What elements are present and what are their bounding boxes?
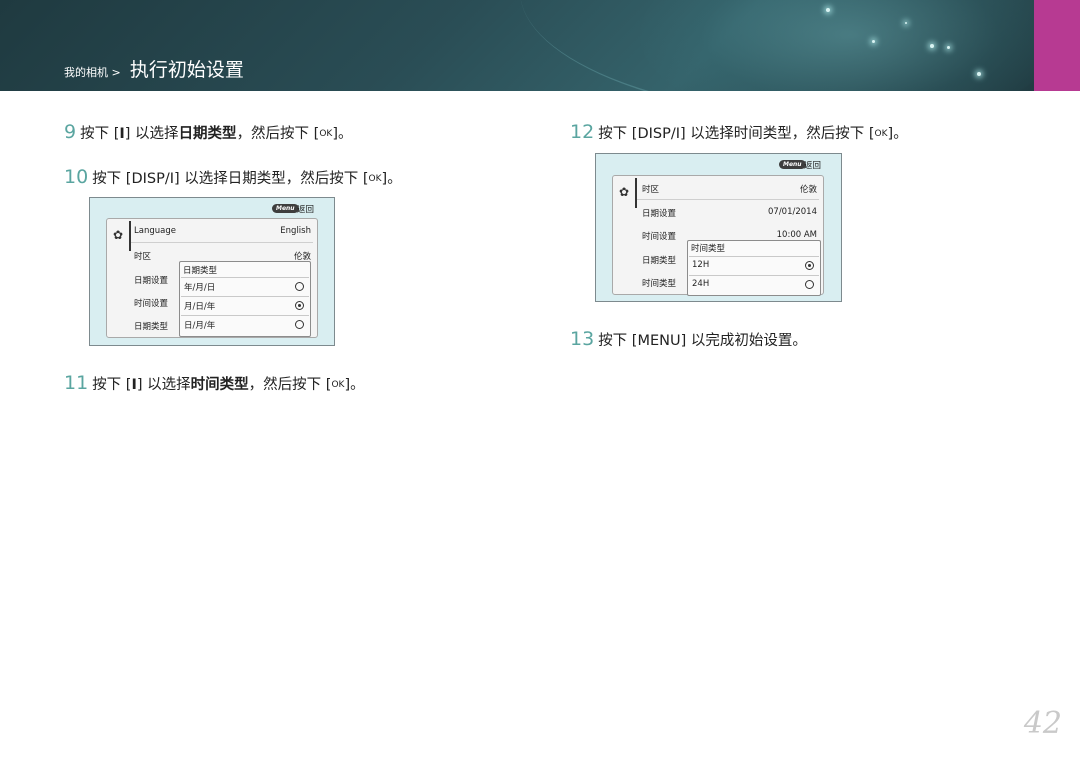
setting-value: 10:00 AM	[776, 230, 817, 240]
step-text: ] 以选择	[136, 377, 191, 393]
step-9: 9 按下 [I] 以选择日期类型，然后按下 [OK]。	[64, 121, 353, 143]
setting-label[interactable]: 日期类型	[134, 320, 168, 332]
menu-button-icon: Menu	[779, 160, 806, 169]
setting-label[interactable]: Language	[134, 226, 176, 236]
step-text: ]。	[887, 126, 908, 142]
sparkle	[977, 72, 981, 76]
option-row[interactable]: 日/月/年	[181, 315, 309, 333]
step-text: ]。	[381, 171, 402, 187]
step-text: 按下 [	[92, 377, 132, 393]
step-12: 12 按下 [DISP/I] 以选择时间类型，然后按下 [OK]。	[570, 121, 908, 143]
back-label: 返回	[804, 161, 822, 171]
option-name: 日期类型	[178, 126, 237, 142]
sparkle	[905, 22, 907, 24]
option-row[interactable]: 月/日/年	[181, 296, 309, 314]
ok-button-icon: OK	[319, 129, 333, 139]
setting-value: 伦敦	[799, 185, 817, 195]
date-type-popup: 日期类型 年/月/日 月/日/年 日/月/年	[179, 261, 311, 337]
selection-bar	[129, 221, 131, 251]
step-number: 13	[570, 328, 595, 350]
step-number: 12	[570, 121, 595, 143]
option-row[interactable]: 年/月/日	[181, 277, 309, 295]
setting-label[interactable]: 日期设置	[134, 274, 168, 286]
step-number: 10	[64, 166, 89, 188]
chapter-tab[interactable]	[1034, 0, 1080, 91]
time-type-popup: 时间类型 12H 24H	[687, 240, 821, 296]
option-row[interactable]: 24H	[689, 275, 819, 293]
header-banner: 我的相机 > 执行初始设置	[0, 0, 1080, 91]
page-title: 执行初始设置	[129, 59, 244, 81]
camera-screen-date-type: Menu 返回 ✿ Language English 时区 伦敦 日期设置 时间…	[89, 197, 335, 346]
ok-button-icon: OK	[874, 129, 888, 139]
radio-button[interactable]	[805, 280, 814, 289]
step-text: 按下 [DISP/I] 以选择日期类型，然后按下 [	[92, 171, 369, 187]
settings-panel: ✿ 时区 伦敦 日期设置 07/01/2014 时间设置 10:00 AM 日期…	[612, 175, 824, 296]
radio-button-selected[interactable]	[805, 261, 814, 270]
breadcrumb-parent[interactable]: 我的相机 >	[64, 66, 121, 79]
setting-value: English	[280, 226, 311, 236]
camera-screen-time-type: Menu 返回 ✿ 时区 伦敦 日期设置 07/01/2014 时间设置 10:…	[595, 153, 842, 302]
setting-label[interactable]: 时间设置	[642, 230, 676, 242]
step-text: 按下 [	[80, 126, 120, 142]
step-number: 11	[64, 372, 89, 394]
ok-button-icon: OK	[368, 174, 382, 184]
option-label: 月/日/年	[184, 302, 216, 312]
option-label: 24H	[692, 279, 710, 289]
step-text: ，然后按下 [	[236, 126, 320, 142]
sparkle	[947, 46, 950, 49]
step-text: ] 以选择	[124, 126, 179, 142]
sparkle	[930, 44, 934, 48]
step-text: ]。	[344, 377, 365, 393]
back-label: 返回	[297, 205, 315, 215]
divider	[637, 199, 819, 200]
sparkle	[826, 8, 830, 12]
step-11: 11 按下 [I] 以选择时间类型，然后按下 [OK]。	[64, 372, 365, 394]
option-label: 日/月/年	[184, 321, 216, 331]
option-name: 时间类型	[190, 377, 249, 393]
menu-button-icon: Menu	[272, 204, 299, 213]
header-arc	[520, 0, 1080, 91]
step-10: 10 按下 [DISP/I] 以选择日期类型，然后按下 [OK]。	[64, 166, 402, 188]
step-text: ]。	[332, 126, 353, 142]
setting-value: 07/01/2014	[768, 207, 817, 217]
setting-label[interactable]: 时间类型	[642, 277, 676, 289]
radio-button[interactable]	[295, 282, 304, 291]
popup-title: 时间类型	[691, 244, 726, 254]
setting-label[interactable]: 日期设置	[642, 207, 676, 219]
step-text: 按下 [MENU] 以完成初始设置。	[598, 333, 807, 349]
breadcrumb: 我的相机 > 执行初始设置	[64, 55, 244, 82]
setting-label[interactable]: 时区	[134, 250, 151, 262]
step-13: 13 按下 [MENU] 以完成初始设置。	[570, 328, 807, 350]
sparkle	[872, 40, 875, 43]
popup-title: 日期类型	[183, 266, 218, 276]
option-label: 12H	[692, 260, 710, 270]
setting-label[interactable]: 时间设置	[134, 297, 168, 309]
page-number: 42	[1023, 706, 1062, 741]
ok-button-icon: OK	[331, 380, 345, 390]
gear-icon: ✿	[618, 185, 630, 199]
step-text: 按下 [DISP/I] 以选择时间类型，然后按下 [	[598, 126, 875, 142]
setting-label[interactable]: 日期类型	[642, 254, 676, 266]
selection-bar	[635, 178, 637, 208]
settings-panel: ✿ Language English 时区 伦敦 日期设置 时间设置 日期类型 …	[106, 218, 318, 338]
radio-button-selected[interactable]	[295, 301, 304, 310]
radio-button[interactable]	[295, 320, 304, 329]
step-text: ，然后按下 [	[248, 377, 332, 393]
step-number: 9	[64, 121, 77, 143]
option-label: 年/月/日	[184, 283, 216, 293]
setting-label[interactable]: 时区	[642, 183, 659, 195]
option-row[interactable]: 12H	[689, 256, 819, 274]
gear-icon: ✿	[112, 228, 124, 242]
divider	[131, 242, 313, 243]
